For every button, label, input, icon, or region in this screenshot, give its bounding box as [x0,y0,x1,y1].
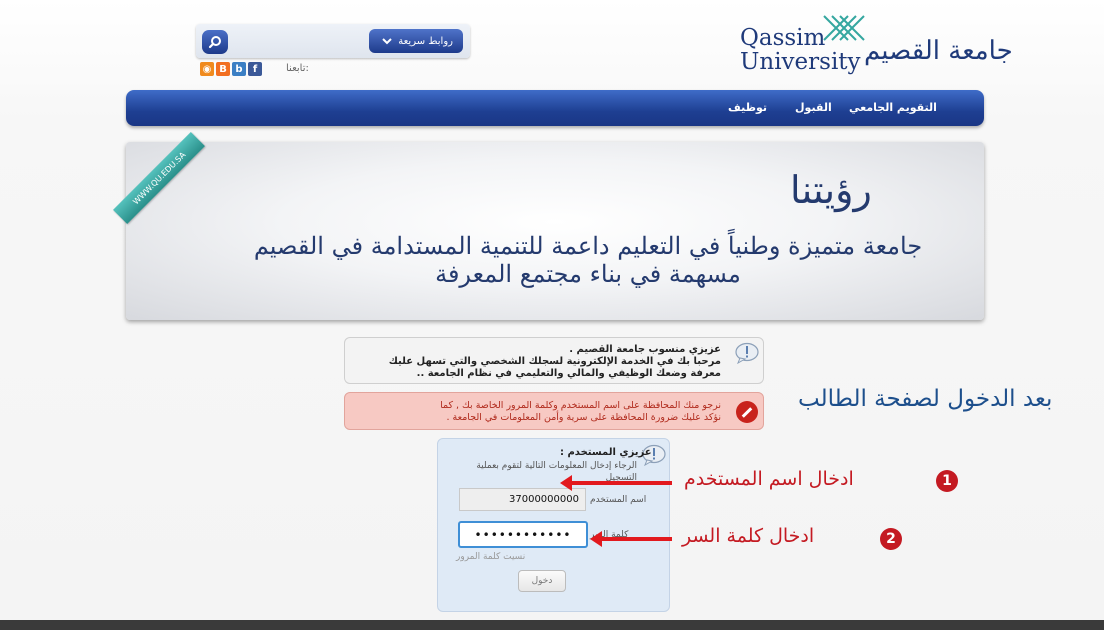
warning-message: نرجو منك المحافظة على اسم المستخدم وكلمة… [344,392,764,430]
warning-line-2: نؤكد عليك ضرورة المحافظة على سرية وأمن ا… [446,412,722,423]
vision-statement: جامعة متميزة وطنياً في التعليم داعمة للت… [253,232,923,288]
social-links: ◉ B b f [200,62,262,76]
step-1-badge: 1 [936,470,958,492]
username-label: اسم المستخدم [590,495,647,505]
quick-links-dropdown[interactable]: روابط سريعة [369,29,463,53]
follow-label: تابعنا: [286,63,309,74]
search-button[interactable] [202,30,228,54]
chevron-down-icon [382,38,392,45]
footer-bar [0,620,1104,630]
warning-line-1: نرجو منك المحافظة على اسم المستخدم وكلمة… [440,400,721,411]
info-line-1: عزيزي منسوب جامعة القصيم . [569,344,721,355]
logo-line-2: University [740,49,861,76]
stop-icon [736,401,758,423]
password-input[interactable] [458,521,588,548]
nav-item-calendar[interactable]: التقويم الجامعي [849,101,937,114]
facebook-icon[interactable]: f [248,62,262,76]
rss-icon[interactable]: ◉ [200,62,214,76]
blogger-icon[interactable]: B [216,62,230,76]
arrow-left-icon [590,531,672,547]
step-2-badge: 2 [880,528,902,550]
login-button[interactable]: دخول [518,570,566,592]
arrow-left-icon [560,475,672,491]
username-input[interactable] [459,488,586,511]
logo-arabic-text: جامعة القصيم [864,36,1013,66]
logo-line-1: Qassim [740,25,826,51]
search-icon [208,36,221,49]
quick-links-label: روابط سريعة [398,35,453,47]
info-message: عزيزي منسوب جامعة القصيم . مرحبا بك في ا… [344,337,764,384]
blogger-alt-icon[interactable]: b [232,62,246,76]
vision-title: رؤيتنا [790,168,872,212]
forgot-password-link[interactable]: نسيت كلمة المرور [456,552,525,562]
step-1-text: ادخال اسم المستخدم [684,468,854,490]
step-2-text: ادخال كلمة السر [682,525,815,547]
speech-bubble-icon [735,342,759,364]
nav-item-jobs[interactable]: توظيف [728,101,767,114]
info-line-2: مرحبا بك في الخدمة الإلكترونية لسجلك الش… [388,356,721,367]
logo-latin-text: Qassim University [740,26,861,74]
nav-item-admission[interactable]: القبول [795,101,832,114]
login-heading: عزيزي المستخدم : [560,447,652,458]
after-login-caption: بعد الدخول لصفحة الطالب [798,386,1053,412]
info-line-3: معرفة وضعك الوظيفي والمالي والتعليمي في … [416,368,721,379]
